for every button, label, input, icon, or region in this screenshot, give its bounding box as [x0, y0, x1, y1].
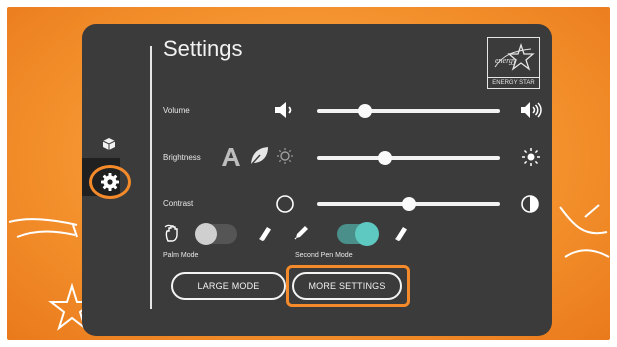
auto-brightness-icon[interactable]	[220, 146, 242, 168]
contrast-slider-thumb[interactable]	[401, 197, 416, 211]
eraser-icon-second	[395, 227, 407, 241]
eraser-icon	[259, 227, 271, 241]
second-pen-mode-label: Second Pen Mode	[295, 252, 353, 259]
large-mode-button[interactable]: LARGE MODE	[171, 272, 286, 300]
cube-icon[interactable]	[102, 137, 116, 151]
dim-sun-icon[interactable]	[276, 147, 294, 165]
volume-slider[interactable]	[317, 104, 500, 118]
bright-sun-icon[interactable]	[521, 147, 541, 167]
panel-divider	[150, 46, 152, 309]
energy-star-icon: energy	[494, 42, 535, 71]
speaker-low-icon[interactable]	[273, 100, 295, 120]
volume-slider-thumb[interactable]	[357, 104, 372, 118]
speaker-high-icon[interactable]	[520, 99, 542, 121]
contrast-low-icon[interactable]	[275, 194, 295, 214]
brightness-slider[interactable]	[317, 151, 500, 165]
page-title: Settings	[163, 36, 243, 61]
palm-mode-toggle[interactable]	[195, 223, 237, 245]
pen-icon	[294, 226, 308, 240]
gear-highlight	[89, 165, 131, 199]
palm-icon	[164, 224, 178, 242]
palm-mode-toggle-knob	[195, 223, 217, 245]
contrast-label: Contrast	[163, 199, 194, 208]
brightness-slider-thumb[interactable]	[377, 151, 392, 165]
energy-script: energy	[495, 56, 517, 65]
second-pen-mode-toggle[interactable]	[337, 222, 379, 246]
leaf-icon[interactable]	[248, 145, 270, 167]
doodle-decoration-right	[559, 204, 610, 258]
contrast-slider[interactable]	[317, 197, 500, 211]
second-pen-mode-toggle-knob	[355, 222, 379, 246]
more-settings-highlight	[286, 265, 410, 307]
doodle-decoration	[8, 218, 78, 238]
energy-star-logo: energy ENERGY STAR	[487, 37, 540, 89]
contrast-high-icon[interactable]	[520, 194, 540, 214]
energy-star-label: ENERGY STAR	[488, 77, 539, 88]
brightness-label: Brightness	[163, 153, 201, 162]
palm-mode-label: Palm Mode	[163, 252, 199, 259]
volume-label: Volume	[163, 106, 190, 115]
